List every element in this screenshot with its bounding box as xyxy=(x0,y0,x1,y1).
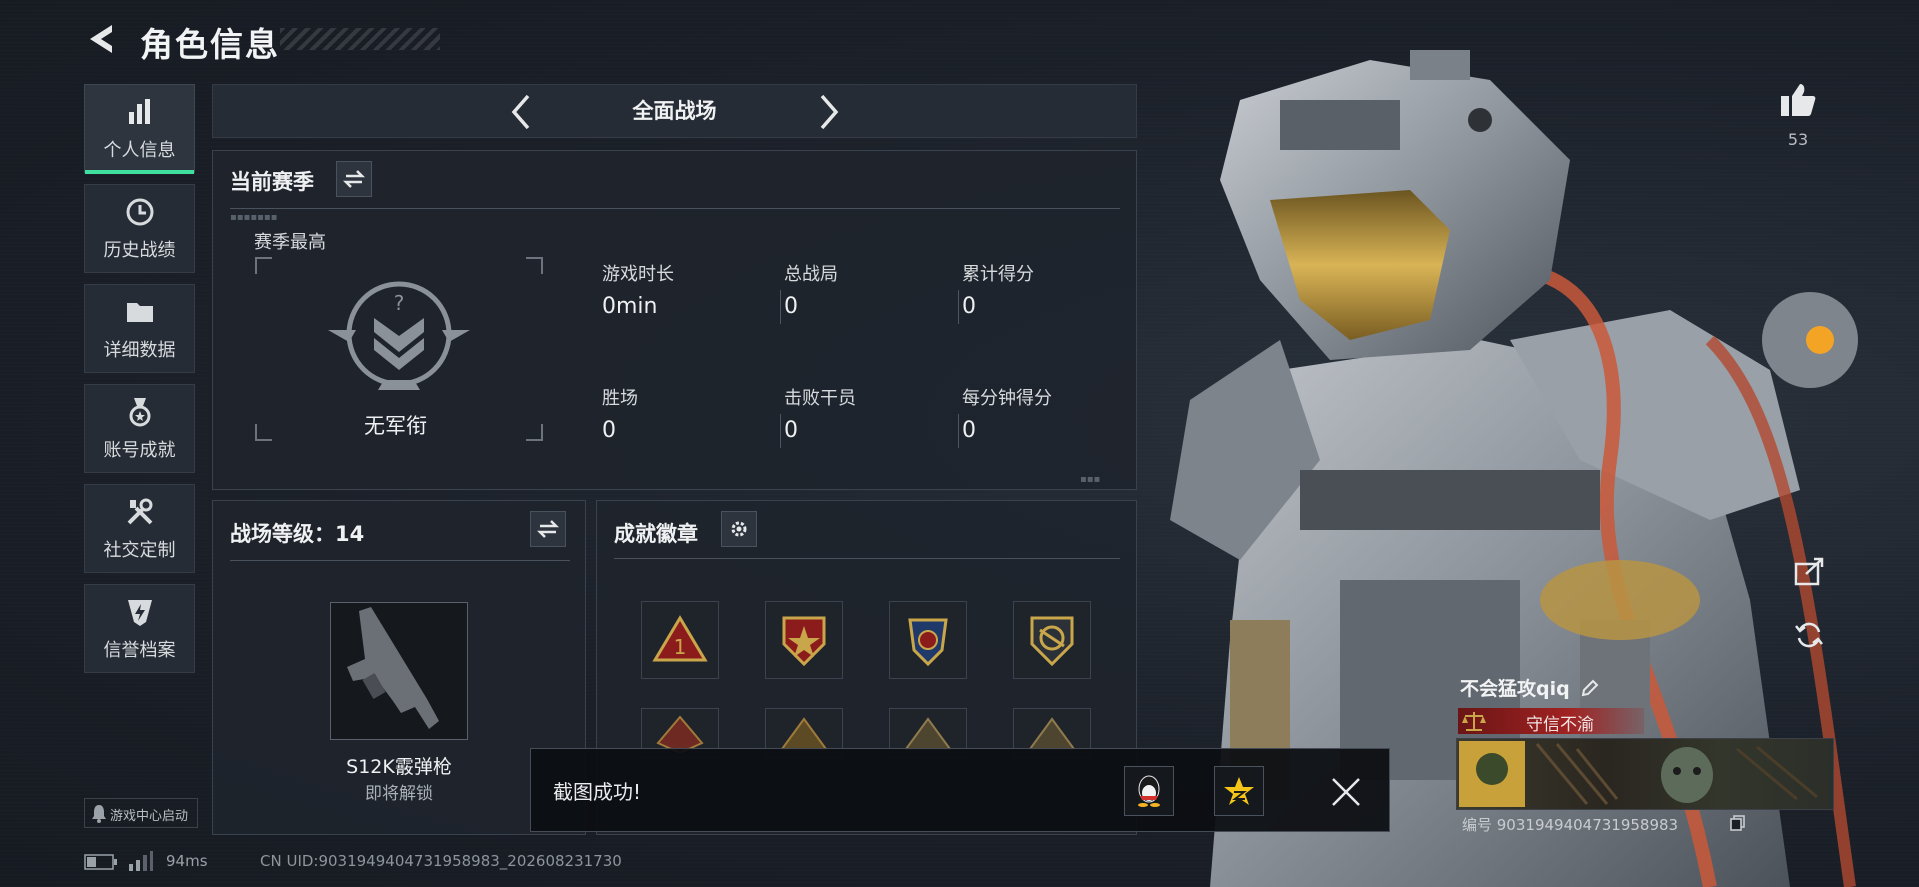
like-count: 53 xyxy=(1787,130,1809,149)
page-title: 角色信息 xyxy=(140,25,280,64)
rank-one-badge-icon: 1 xyxy=(652,615,708,662)
stat-score-per-min-value: 0 xyxy=(962,418,976,443)
thumbs-up-icon[interactable] xyxy=(1778,80,1818,120)
sidebar-item-label: 个人信息 xyxy=(103,140,176,161)
stat-kills-label: 击败干员 xyxy=(784,388,856,409)
sidebar-item-label: 账号成就 xyxy=(103,440,176,461)
no-rank-emblem-icon: ? xyxy=(328,281,470,390)
stat-play-time-label: 游戏时长 xyxy=(602,264,674,285)
share-qq-button[interactable] xyxy=(1124,766,1174,816)
tools-icon xyxy=(127,498,152,525)
star-shield-badge-icon xyxy=(782,616,826,667)
rotate-icon[interactable] xyxy=(1794,620,1824,650)
battery-icon xyxy=(84,854,117,870)
bell-icon xyxy=(92,805,106,823)
sidebar-item-label: 信誉档案 xyxy=(103,640,176,661)
battle-level-title: 战场等级：14 xyxy=(230,522,365,546)
signal-strength-icon xyxy=(129,851,153,871)
sidebar-item-account-achievements[interactable]: 账号成就 xyxy=(84,384,195,473)
stat-total-matches-label: 总战局 xyxy=(784,264,838,285)
stat-separator xyxy=(780,414,781,448)
crest-badge-icon xyxy=(908,618,948,667)
medal-icon xyxy=(129,398,150,427)
copy-icon[interactable] xyxy=(1730,815,1746,831)
decor-dots: ▪▪▪ xyxy=(1080,474,1101,485)
stat-wins-value: 0 xyxy=(602,418,616,443)
achievements-settings-button[interactable] xyxy=(721,511,757,547)
folder-icon xyxy=(126,303,153,322)
rank-name: 无军衔 xyxy=(364,414,427,438)
achievements-title: 成就徽章 xyxy=(614,522,698,546)
qzone-star-icon xyxy=(1224,777,1254,805)
divider xyxy=(614,558,1120,559)
diamond-badge-icon xyxy=(656,715,704,753)
swap-level-button[interactable] xyxy=(530,511,566,547)
stat-wins-label: 胜场 xyxy=(602,388,638,409)
swap-icon xyxy=(343,170,365,188)
chevron-right-icon[interactable] xyxy=(816,92,842,132)
player-banner-card[interactable] xyxy=(1456,738,1834,810)
shield-lightning-icon xyxy=(127,600,152,626)
stat-score-per-min-label: 每分钟得分 xyxy=(962,388,1052,409)
qq-penguin-icon xyxy=(1138,775,1160,807)
swap-season-button[interactable] xyxy=(336,161,372,197)
scale-icon xyxy=(1462,712,1486,731)
player-name: 不会猛攻qiq xyxy=(1460,678,1570,700)
decor-dots: ▪▪▪▪▪▪▪ xyxy=(230,212,278,223)
swap-icon xyxy=(537,520,559,538)
stat-separator xyxy=(780,290,781,324)
sidebar-item-label: 社交定制 xyxy=(103,540,176,561)
svg-text:?: ? xyxy=(394,291,405,315)
mode-label: 全面战场 xyxy=(632,99,717,123)
sidebar-item-social-custom[interactable]: 社交定制 xyxy=(84,484,195,573)
divider xyxy=(230,208,1120,209)
stat-total-score-label: 累计得分 xyxy=(962,264,1034,285)
reputation-title: 守信不渝 xyxy=(1526,715,1594,735)
ping-value: 94ms xyxy=(166,852,208,870)
svg-text:1: 1 xyxy=(674,635,687,659)
anchor-shield-badge-icon xyxy=(1030,616,1074,667)
player-id: 编号 9031949404731958983 xyxy=(1462,816,1679,834)
season-best-label: 赛季最高 xyxy=(254,232,326,253)
stat-separator xyxy=(958,290,959,324)
sidebar-item-label: 详细数据 xyxy=(103,340,176,361)
achievement-badge[interactable] xyxy=(1013,601,1091,679)
back-arrow-icon[interactable] xyxy=(84,22,118,56)
toast-message: 截图成功! xyxy=(553,780,642,804)
sidebar-item-match-history[interactable]: 历史战绩 xyxy=(84,184,195,273)
stat-separator xyxy=(958,414,959,448)
player-banner-art xyxy=(1459,741,1818,807)
close-icon[interactable] xyxy=(1330,776,1362,808)
shotgun-icon xyxy=(347,607,439,729)
triangle-badge-icon xyxy=(904,717,952,750)
edit-pencil-icon[interactable] xyxy=(1580,678,1600,698)
sidebar-item-personal-info[interactable]: 个人信息 xyxy=(84,84,195,174)
stat-total-score-value: 0 xyxy=(962,294,976,319)
sidebar-item-label: 历史战绩 xyxy=(103,240,176,261)
triangle-badge-icon xyxy=(780,717,828,750)
achievement-badge[interactable] xyxy=(765,601,843,679)
weapon-reward-card[interactable] xyxy=(330,602,468,740)
bar-chart-icon xyxy=(128,99,150,124)
sidebar-item-reputation-record[interactable]: 信誉档案 xyxy=(84,584,195,673)
achievement-badge[interactable]: 1 xyxy=(641,601,719,679)
share-qzone-button[interactable] xyxy=(1214,766,1264,816)
uid-text: CN UID:9031949404731958983_202608231730 xyxy=(260,852,622,870)
stat-total-matches-value: 0 xyxy=(784,294,798,319)
stat-play-time-value: 0min xyxy=(602,294,658,319)
season-title: 当前赛季 xyxy=(230,170,314,194)
title-decoration xyxy=(280,28,440,50)
game-center-launch-text: 游戏中心启动 xyxy=(110,809,189,824)
share-icon[interactable] xyxy=(1792,554,1826,588)
triangle-badge-icon xyxy=(1028,717,1076,750)
history-clock-icon xyxy=(126,198,153,226)
stat-kills-value: 0 xyxy=(784,418,798,443)
achievement-badge[interactable] xyxy=(889,601,967,679)
divider xyxy=(230,560,570,561)
sidebar-item-detailed-data[interactable]: 详细数据 xyxy=(84,284,195,373)
gear-icon xyxy=(731,521,747,537)
